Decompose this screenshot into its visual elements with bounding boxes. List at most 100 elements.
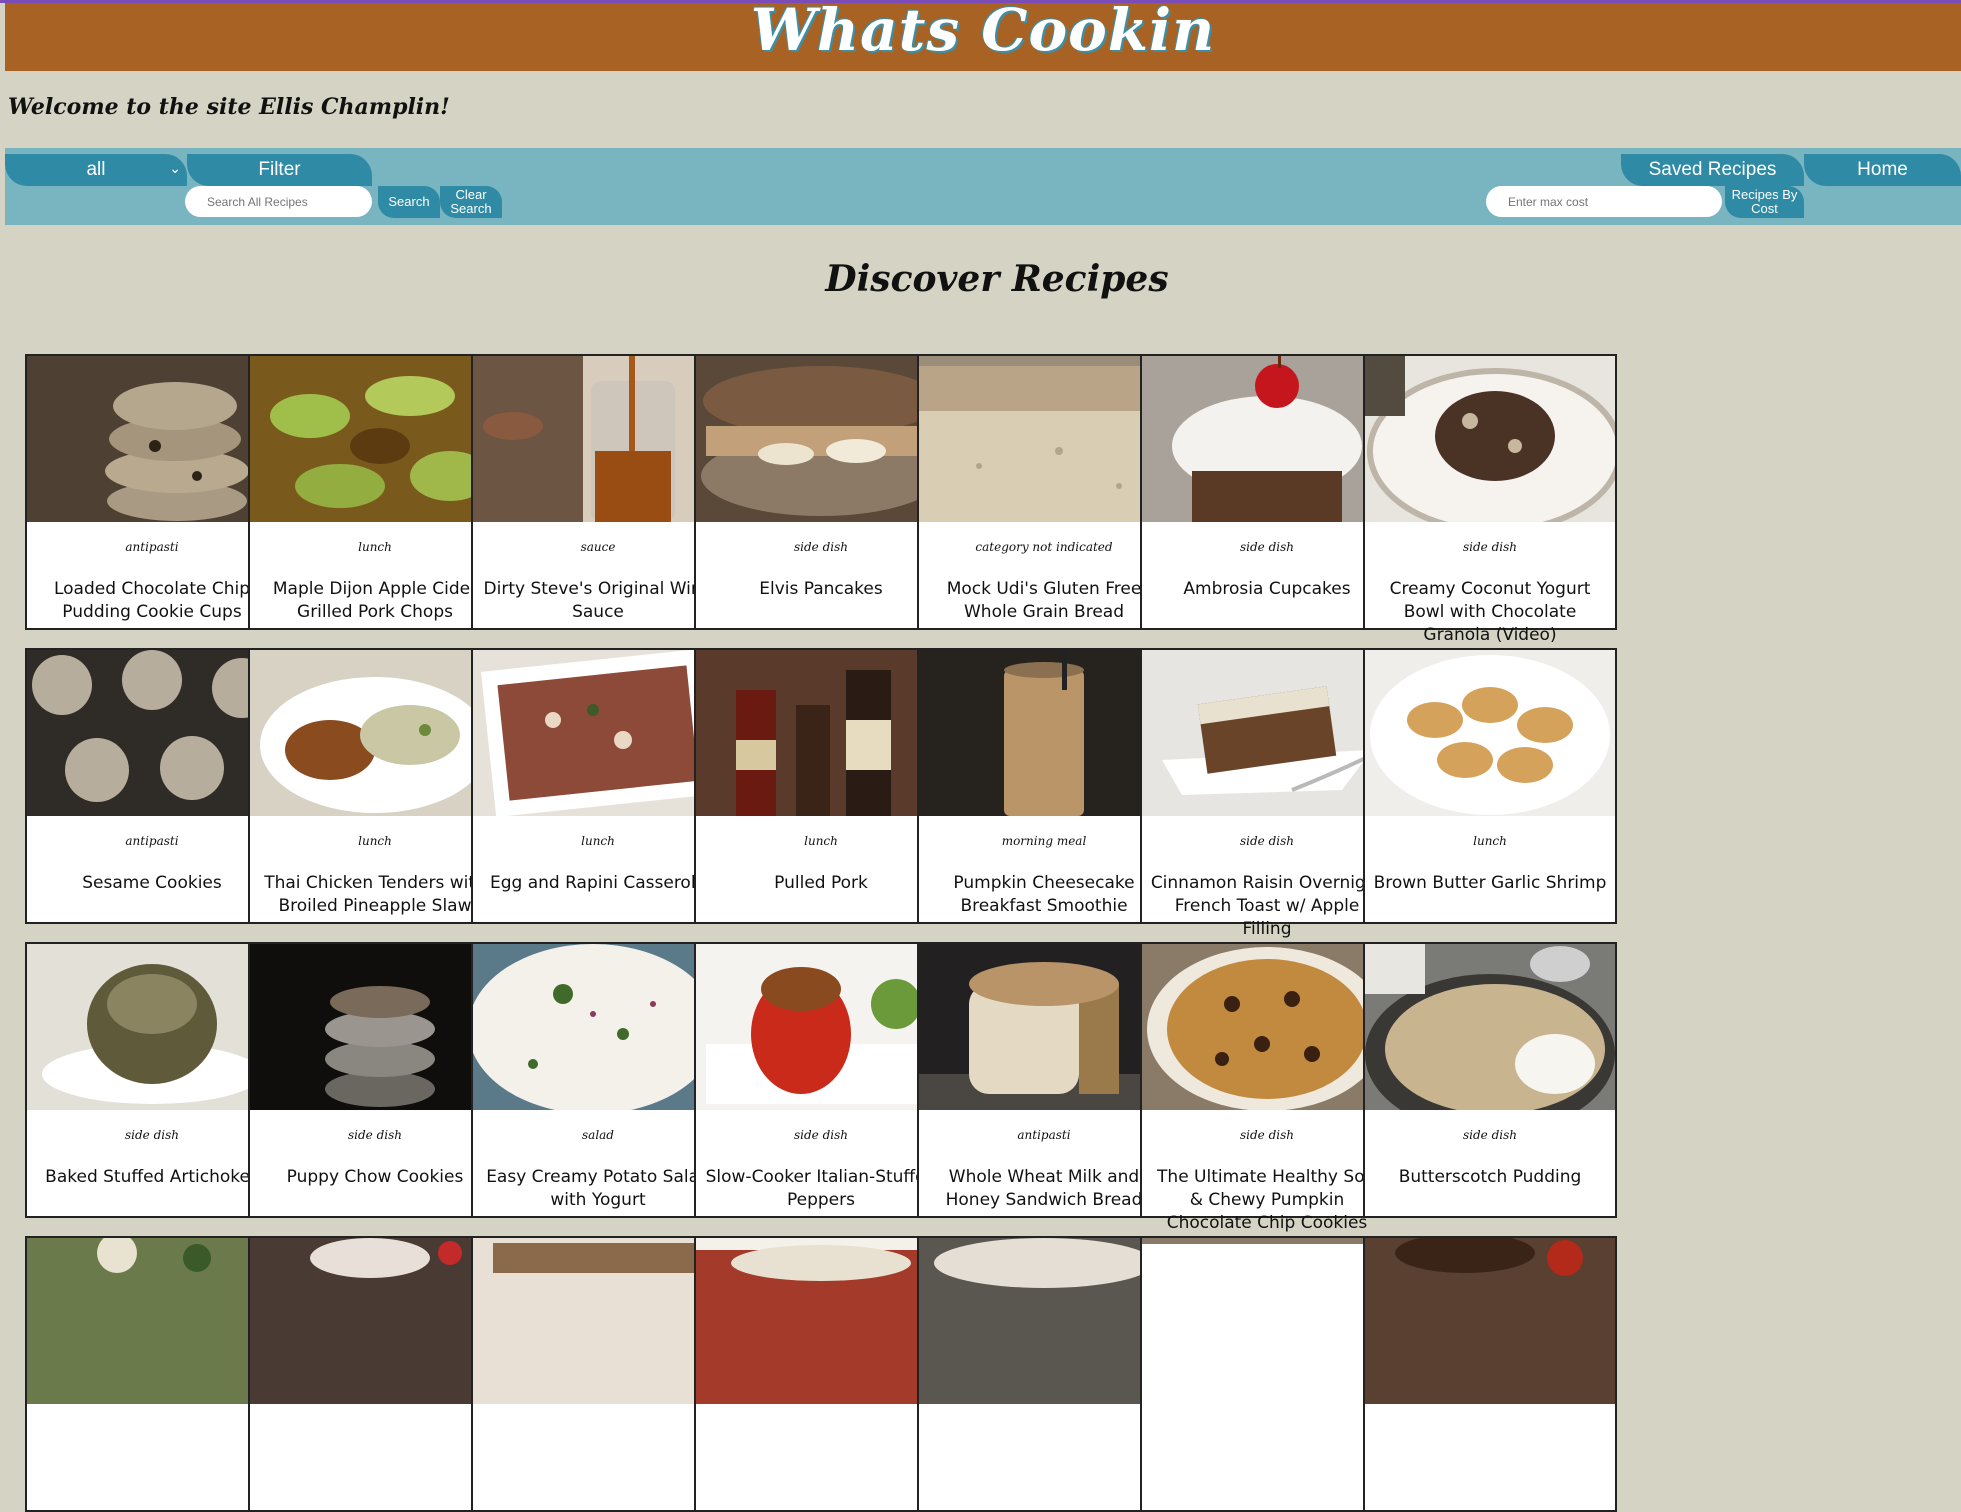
recipe-name[interactable]: Pumpkin Cheesecake Breakfast Smoothie — [919, 872, 1169, 918]
recipe-card[interactable]: side dish Baked Stuffed Artichokes — [25, 942, 279, 1218]
recipe-image[interactable] — [1142, 944, 1392, 1110]
filter-button[interactable]: Filter — [187, 154, 372, 186]
recipe-card[interactable]: side dish Puppy Chow Cookies — [248, 942, 502, 1218]
recipe-image[interactable] — [473, 944, 723, 1110]
recipe-image[interactable] — [1142, 650, 1392, 816]
recipe-card[interactable] — [917, 1236, 1171, 1512]
recipe-card[interactable]: antipasti Loaded Chocolate Chip Pudding C… — [25, 354, 279, 630]
recipe-type-select[interactable]: all ⌄ — [5, 154, 187, 186]
saved-recipes-button[interactable]: Saved Recipes — [1621, 154, 1804, 186]
recipe-card[interactable] — [1363, 1236, 1617, 1512]
recipe-name[interactable]: Dirty Steve's Original Wing Sauce — [473, 578, 723, 624]
recipe-image[interactable] — [696, 944, 946, 1110]
recipe-card[interactable]: lunch Pulled Pork — [694, 648, 948, 924]
recipe-name[interactable]: Cinnamon Raisin Overnight French Toast w… — [1142, 872, 1392, 941]
recipe-name[interactable]: Whole Wheat Milk and Honey Sandwich Brea… — [919, 1166, 1169, 1212]
recipe-category: lunch — [1473, 834, 1507, 848]
recipe-name[interactable]: Slow-Cooker Italian-Stuffed Peppers — [696, 1166, 946, 1212]
recipe-type-select-value: all — [86, 159, 106, 180]
recipe-card[interactable]: side dish The Ultimate Healthy Soft & Che… — [1140, 942, 1394, 1233]
recipe-name[interactable]: Loaded Chocolate Chip Pudding Cookie Cup… — [27, 578, 277, 624]
recipe-image[interactable] — [919, 1238, 1169, 1404]
recipe-card[interactable]: lunch Egg and Rapini Casserole — [471, 648, 725, 924]
recipe-image[interactable] — [919, 650, 1169, 816]
recipe-card[interactable] — [248, 1236, 502, 1512]
recipe-name[interactable]: Puppy Chow Cookies — [250, 1166, 500, 1189]
navbar: all ⌄ Filter Search Clear Search Recipes… — [5, 148, 1961, 225]
recipe-image[interactable] — [27, 1238, 277, 1404]
recipe-image[interactable] — [1365, 1238, 1615, 1404]
recipe-category: lunch — [358, 834, 392, 848]
recipe-card[interactable] — [694, 1236, 948, 1512]
recipe-image[interactable] — [27, 944, 277, 1110]
recipe-card[interactable]: lunch Thai Chicken Tenders with Broiled P… — [248, 648, 502, 924]
recipe-name[interactable]: Baked Stuffed Artichokes — [27, 1166, 277, 1189]
recipe-image[interactable] — [250, 650, 500, 816]
recipe-card[interactable]: side dish Cinnamon Raisin Overnight Frenc… — [1140, 648, 1394, 939]
recipe-image[interactable] — [1142, 1238, 1392, 1404]
recipe-image[interactable] — [27, 650, 277, 816]
recipe-card[interactable]: antipasti Whole Wheat Milk and Honey Sand… — [917, 942, 1171, 1218]
recipe-card[interactable] — [1140, 1236, 1394, 1512]
recipe-card[interactable]: morning meal Pumpkin Cheesecake Breakfast… — [917, 648, 1171, 924]
search-button[interactable]: Search — [378, 186, 440, 218]
recipe-category: side dish — [348, 1128, 402, 1142]
discover-recipes-title: Discover Recipes — [825, 258, 1169, 300]
recipe-name[interactable]: Maple Dijon Apple Cider Grilled Pork Cho… — [250, 578, 500, 624]
recipe-card[interactable] — [25, 1236, 279, 1512]
recipe-name[interactable]: Elvis Pancakes — [696, 578, 946, 601]
recipe-name[interactable]: Mock Udi's Gluten Free Whole Grain Bread — [919, 578, 1169, 624]
recipe-image[interactable] — [1365, 356, 1615, 522]
recipe-category — [1365, 1422, 1615, 1440]
recipe-name[interactable]: The Ultimate Healthy Soft & Chewy Pumpki… — [1142, 1166, 1392, 1235]
recipe-image[interactable] — [696, 650, 946, 816]
home-button[interactable]: Home — [1804, 154, 1961, 186]
recipe-image[interactable] — [919, 944, 1169, 1110]
recipe-card[interactable]: sauce Dirty Steve's Original Wing Sauce — [471, 354, 725, 630]
recipe-image[interactable] — [473, 356, 723, 522]
search-input[interactable] — [185, 186, 372, 217]
recipe-card[interactable]: side dish Elvis Pancakes — [694, 354, 948, 630]
recipe-card[interactable]: antipasti Sesame Cookies — [25, 648, 279, 924]
recipe-category: side dish — [1463, 540, 1517, 554]
site-banner: Whats Cookin — [5, 0, 1961, 71]
recipe-image[interactable] — [1142, 356, 1392, 522]
recipe-category: antipasti — [125, 540, 179, 554]
max-cost-input[interactable] — [1486, 186, 1722, 217]
recipe-image[interactable] — [473, 650, 723, 816]
recipe-card[interactable]: side dish Butterscotch Pudding — [1363, 942, 1617, 1218]
recipe-name[interactable]: Butterscotch Pudding — [1365, 1166, 1615, 1189]
recipe-card[interactable]: lunch Maple Dijon Apple Cider Grilled Por… — [248, 354, 502, 630]
recipe-name[interactable]: Easy Creamy Potato Salad with Yogurt — [473, 1166, 723, 1212]
recipe-name[interactable]: Sesame Cookies — [27, 872, 277, 895]
recipe-image[interactable] — [1365, 650, 1615, 816]
recipe-name[interactable]: Pulled Pork — [696, 872, 946, 895]
recipe-category: sauce — [580, 540, 616, 554]
recipe-name[interactable]: Brown Butter Garlic Shrimp — [1365, 872, 1615, 895]
recipe-card[interactable]: category not indicated Mock Udi's Gluten … — [917, 354, 1171, 630]
recipe-card[interactable]: side dish Ambrosia Cupcakes — [1140, 354, 1394, 630]
recipe-image[interactable] — [473, 1238, 723, 1404]
recipe-image[interactable] — [250, 944, 500, 1110]
recipe-category — [250, 1422, 500, 1440]
recipe-image[interactable] — [919, 356, 1169, 522]
recipe-category: lunch — [358, 540, 392, 554]
recipes-by-cost-button[interactable]: Recipes By Cost — [1725, 186, 1804, 218]
clear-search-button[interactable]: Clear Search — [440, 186, 502, 218]
recipe-card[interactable]: side dish Slow-Cooker Italian-Stuffed Pep… — [694, 942, 948, 1218]
recipe-card[interactable]: side dish Creamy Coconut Yogurt Bowl with… — [1363, 354, 1617, 645]
recipe-image[interactable] — [696, 356, 946, 522]
recipe-name[interactable]: Creamy Coconut Yogurt Bowl with Chocolat… — [1365, 578, 1615, 647]
recipe-card[interactable]: salad Easy Creamy Potato Salad with Yogur… — [471, 942, 725, 1218]
recipe-category: side dish — [1240, 834, 1294, 848]
recipe-image[interactable] — [27, 356, 277, 522]
recipe-image[interactable] — [696, 1238, 946, 1404]
recipe-image[interactable] — [250, 1238, 500, 1404]
recipe-image[interactable] — [250, 356, 500, 522]
recipe-card[interactable]: lunch Brown Butter Garlic Shrimp — [1363, 648, 1617, 924]
recipe-card[interactable] — [471, 1236, 725, 1512]
recipe-name[interactable]: Thai Chicken Tenders with Broiled Pineap… — [250, 872, 500, 918]
recipe-name[interactable]: Egg and Rapini Casserole — [473, 872, 723, 895]
recipe-image[interactable] — [1365, 944, 1615, 1110]
recipe-name[interactable]: Ambrosia Cupcakes — [1142, 578, 1392, 601]
